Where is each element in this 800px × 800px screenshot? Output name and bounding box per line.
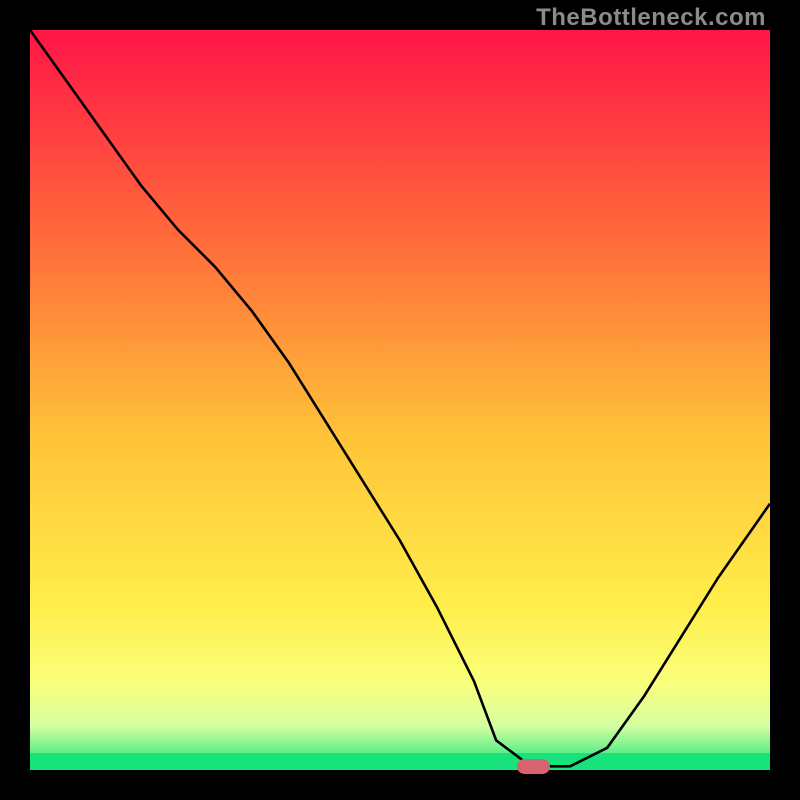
chart-frame: TheBottleneck.com: [0, 0, 800, 800]
watermark-text: TheBottleneck.com: [536, 4, 766, 32]
optimal-point-marker: [517, 759, 550, 775]
plot-area: [30, 30, 770, 770]
bottleneck-curve: [30, 30, 770, 770]
